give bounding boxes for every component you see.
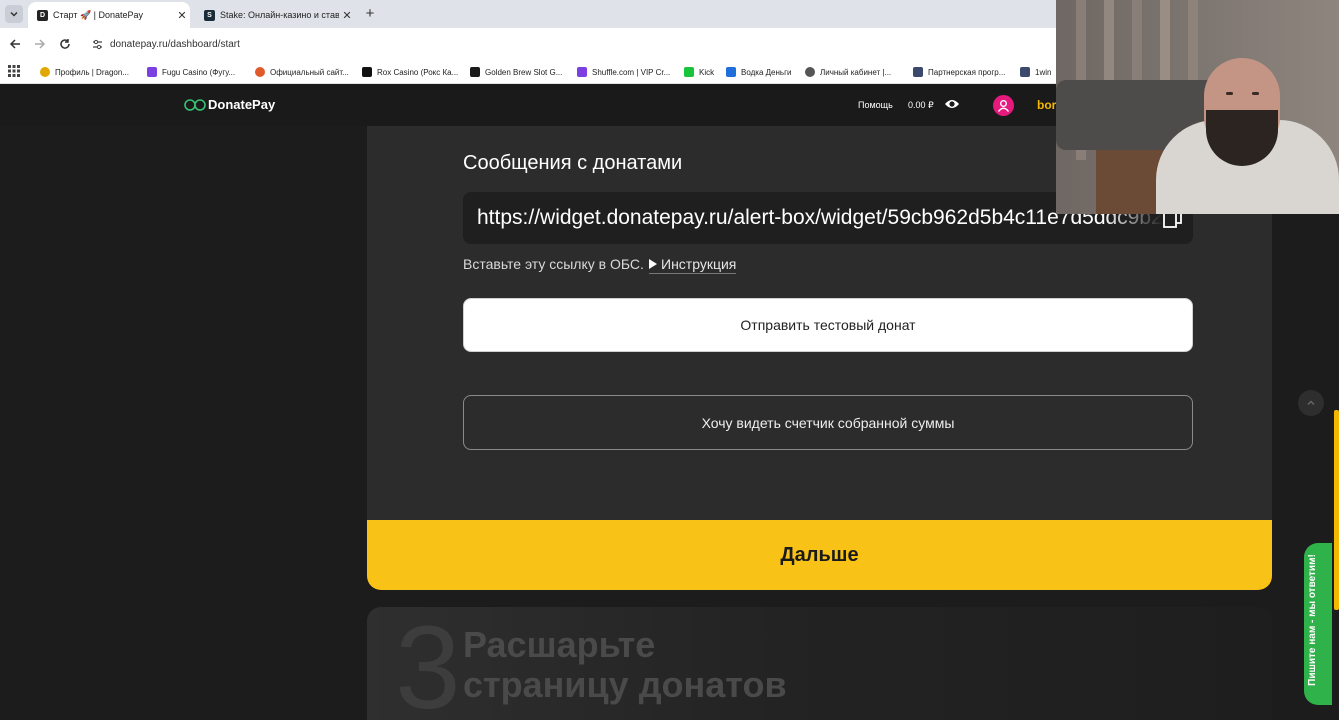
partner-icon (913, 67, 923, 77)
logo-text: DonatePay (208, 97, 276, 112)
step-title: Расшарьте страницу донатов (463, 625, 787, 705)
step-number: 3 (395, 607, 461, 720)
bookmark-vodka[interactable]: Водка Деньги (726, 64, 791, 80)
shuffle-icon (577, 67, 587, 77)
bookmark-dragon[interactable]: Профиль | Dragon... (40, 64, 129, 80)
bookmark-golden-brew[interactable]: Golden Brew Slot G... (470, 64, 562, 80)
fugu-icon (147, 67, 157, 77)
step-3-card: 3 Расшарьте страницу донатов (367, 607, 1272, 720)
close-icon[interactable]: ✕ (339, 9, 355, 22)
chevron-up-icon (1307, 400, 1315, 406)
show-counter-button[interactable]: Хочу видеть счетчик собранной суммы (463, 395, 1193, 450)
instruction-link[interactable]: Инструкция (649, 256, 737, 274)
close-icon[interactable]: ✕ (174, 9, 190, 22)
official-site-icon (255, 67, 265, 77)
tab-donatepay[interactable]: D Старт 🚀 | DonatePay ✕ (28, 2, 190, 28)
step-title-line-2: страницу донатов (463, 664, 787, 705)
chat-label: Пишите нам - мы ответим! (1307, 554, 1318, 686)
help-link[interactable]: Помощь (858, 100, 893, 110)
section-title: Сообщения с донатами (463, 152, 683, 174)
cabinet-icon (805, 67, 815, 77)
username[interactable]: bor (1037, 98, 1056, 112)
bookmark-cabinet[interactable]: Личный кабинет |... (805, 64, 891, 80)
send-test-donation-button[interactable]: Отправить тестовый донат (463, 298, 1193, 352)
dragon-icon (40, 67, 50, 77)
kick-icon (684, 67, 694, 77)
balance-value: 0.00 ₽ (908, 100, 934, 110)
tab-title: Stake: Онлайн-казино и ставк (220, 10, 339, 20)
rox-icon (362, 67, 372, 77)
tab-search-button[interactable] (5, 5, 23, 23)
new-tab-button[interactable]: + (362, 6, 378, 22)
donatepay-favicon-icon: D (37, 9, 48, 21)
golden-brew-icon (470, 67, 480, 77)
bookmark-kick[interactable]: Kick (684, 64, 714, 80)
instruction-label: Инструкция (661, 256, 737, 272)
chat-widget-tab[interactable]: Пишите нам - мы ответим! (1304, 543, 1332, 705)
chevron-down-icon (10, 11, 18, 17)
arrow-right-icon (35, 39, 46, 49)
donatepay-logo-icon (184, 98, 206, 111)
bookmark-shuffle[interactable]: Shuffle.com | VIP Cr... (577, 64, 670, 80)
tab-stake[interactable]: S Stake: Онлайн-казино и ставк ✕ (195, 2, 355, 28)
play-icon (649, 259, 657, 269)
stake-favicon-icon: S (204, 9, 215, 21)
site-settings-icon[interactable] (90, 37, 104, 51)
next-button[interactable]: Дальше (367, 520, 1272, 590)
tab-title: Старт 🚀 | DonatePay (53, 9, 144, 20)
forward-button[interactable] (32, 36, 48, 52)
onewin-icon (1020, 67, 1030, 77)
obs-hint: Вставьте эту ссылку в ОБС. (463, 256, 644, 272)
bookmark-partner[interactable]: Партнерская прогр... (913, 64, 1005, 80)
avatar[interactable] (993, 95, 1014, 116)
donatepay-logo[interactable]: DonatePay (184, 97, 275, 112)
step-title-line-1: Расшарьте (463, 624, 656, 665)
page-scrollbar[interactable] (1334, 410, 1339, 610)
bookmark-official[interactable]: Официальный сайт... (255, 64, 349, 80)
back-button[interactable] (7, 36, 23, 52)
bookmark-fugu[interactable]: Fugu Casino (Фугу... (147, 64, 235, 80)
address-bar[interactable]: donatepay.ru/dashboard/start (84, 32, 1054, 56)
user-icon (997, 100, 1010, 112)
address-text: donatepay.ru/dashboard/start (110, 38, 240, 50)
eye-icon[interactable] (944, 98, 960, 110)
arrow-left-icon (9, 39, 20, 49)
scroll-top-button[interactable] (1298, 390, 1324, 416)
bookmark-rox[interactable]: Rox Casino (Рокс Ка... (362, 64, 458, 80)
reload-button[interactable] (57, 36, 73, 52)
apps-grid-icon[interactable] (8, 65, 20, 77)
webcam-overlay (1056, 0, 1339, 214)
reload-icon (60, 39, 70, 49)
vodka-icon (726, 67, 736, 77)
bookmark-1win[interactable]: 1win (1020, 64, 1051, 80)
